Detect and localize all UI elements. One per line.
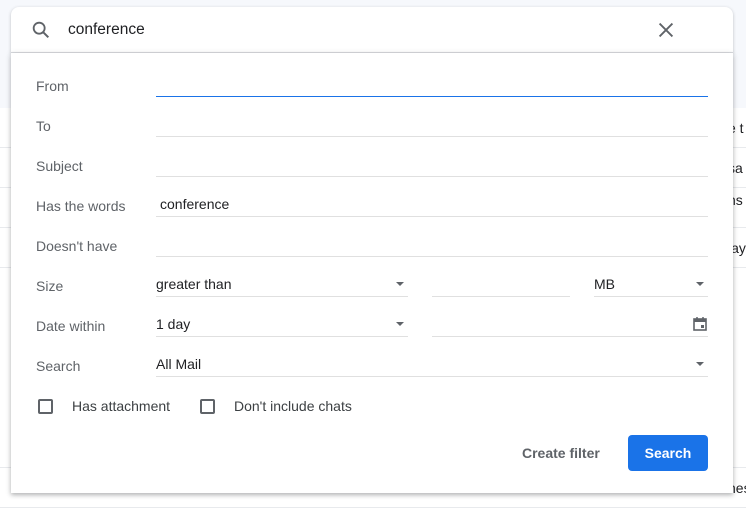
search-input[interactable]: conference <box>68 21 145 39</box>
date-within-select[interactable]: 1 day <box>156 313 408 337</box>
dropdown-arrow-icon <box>696 282 704 286</box>
search-icon[interactable] <box>30 19 52 46</box>
subject-label: Subject <box>36 158 83 174</box>
size-unit-value: MB <box>594 276 615 292</box>
create-filter-button[interactable]: Create filter <box>522 445 600 461</box>
size-operator-value: greater than <box>156 276 232 292</box>
date-within-label: Date within <box>36 318 106 334</box>
search-in-label: Search <box>36 358 81 374</box>
size-label: Size <box>36 278 64 294</box>
subject-field[interactable] <box>156 153 708 177</box>
search-in-select[interactable]: All Mail <box>156 353 708 377</box>
dont-include-chats-label[interactable]: Don't include chats <box>234 398 352 414</box>
doesnt-have-label: Doesn't have <box>36 238 118 254</box>
search-bar[interactable]: conference <box>11 7 733 53</box>
to-label: To <box>36 118 51 134</box>
dropdown-arrow-icon <box>396 322 404 326</box>
close-icon[interactable] <box>655 19 677 46</box>
doesnt-have-field[interactable] <box>156 233 708 257</box>
calendar-icon[interactable] <box>692 316 708 332</box>
size-value-field[interactable] <box>432 273 570 297</box>
search-in-value: All Mail <box>156 356 202 372</box>
dont-include-chats-checkbox[interactable] <box>200 399 215 414</box>
has-words-label: Has the words <box>36 198 126 214</box>
date-field[interactable] <box>432 313 708 337</box>
search-button[interactable]: Search <box>628 435 708 471</box>
has-words-field[interactable]: conference <box>156 193 708 217</box>
dropdown-arrow-icon <box>696 362 704 366</box>
has-attachment-checkbox[interactable] <box>38 399 53 414</box>
from-label: From <box>36 78 69 94</box>
has-attachment-label[interactable]: Has attachment <box>72 398 170 414</box>
date-within-value: 1 day <box>156 316 191 332</box>
from-field[interactable] <box>156 73 708 97</box>
size-unit-select[interactable]: MB <box>594 273 708 297</box>
size-operator-select[interactable]: greater than <box>156 273 408 297</box>
dropdown-arrow-icon <box>396 282 404 286</box>
to-field[interactable] <box>156 113 708 137</box>
advanced-search-panel: From To Subject Has the words conference… <box>11 53 733 493</box>
